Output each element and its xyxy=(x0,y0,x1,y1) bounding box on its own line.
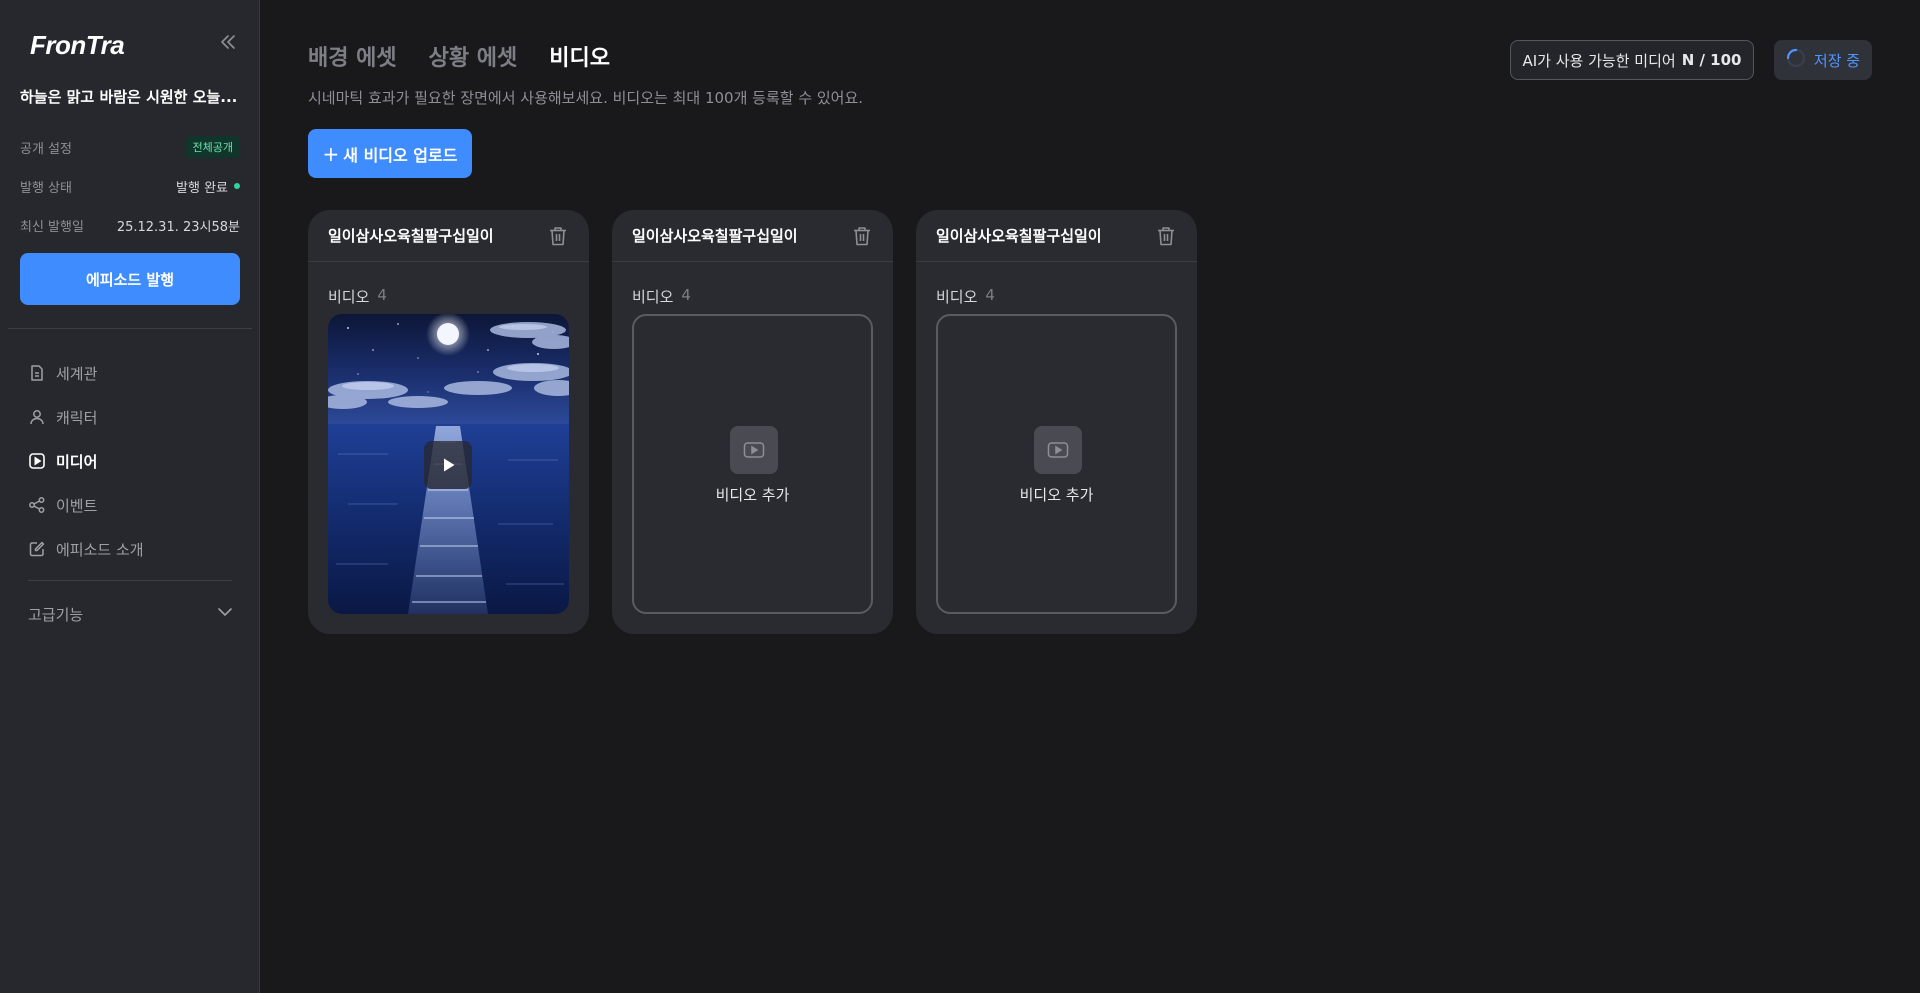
video-icon xyxy=(743,442,765,458)
document-icon xyxy=(28,364,46,382)
video-card: 일이삼사오육칠팔구십일이 비디오 4 비디오 추가 xyxy=(916,210,1197,634)
plus-icon: + xyxy=(322,141,340,166)
last-published-value: 25.12.31. 23시58분 xyxy=(116,219,240,235)
video-thumbnail[interactable] xyxy=(328,314,569,614)
tab-background-assets[interactable]: 배경 에셋 xyxy=(308,40,397,72)
play-icon xyxy=(444,458,455,472)
sidebar-item-episode-intro[interactable]: 에피소드 소개 xyxy=(28,535,228,563)
project-title: 하늘은 맑고 바람은 시원한 오늘... xyxy=(20,88,238,106)
share-icon xyxy=(28,496,46,514)
card-header: 일이삼사오육칠팔구십일이 xyxy=(308,210,589,262)
play-square-icon xyxy=(28,452,46,470)
page-description: 시네마틱 효과가 필요한 장면에서 사용해보세요. 비디오는 최대 100개 등… xyxy=(308,89,864,107)
sidebar-item-worldview[interactable]: 세계관 xyxy=(28,359,228,387)
status-dot-icon xyxy=(234,183,240,189)
advanced-features-label: 고급기능 xyxy=(28,605,84,624)
video-add-icon-box xyxy=(730,426,778,474)
sidebar-item-character[interactable]: 캐릭터 xyxy=(28,403,228,431)
collapse-sidebar-icon[interactable] xyxy=(218,32,238,52)
visibility-label: 공개 설정 xyxy=(20,141,72,157)
card-video-count: 4 xyxy=(681,286,691,304)
card-sub-label: 비디오 xyxy=(632,288,674,306)
sidebar-divider xyxy=(28,580,232,581)
sidebar-item-event[interactable]: 이벤트 xyxy=(28,491,228,519)
card-title: 일이삼사오육칠팔구십일이 xyxy=(632,227,798,245)
publish-status-row: 발행 상태 발행 완료 xyxy=(20,176,240,196)
card-video-count: 4 xyxy=(985,286,995,304)
video-icon xyxy=(1047,442,1069,458)
card-video-count: 4 xyxy=(377,286,387,304)
add-video-dropzone[interactable]: 비디오 추가 xyxy=(936,314,1177,614)
card-title: 일이삼사오육칠팔구십일이 xyxy=(936,227,1102,245)
card-subtitle: 비디오 4 xyxy=(936,286,995,307)
sidebar-divider xyxy=(8,328,252,329)
play-button[interactable] xyxy=(424,441,472,489)
video-card: 일이삼사오육칠팔구십일이 비디오 4 xyxy=(308,210,589,634)
card-sub-label: 비디오 xyxy=(328,288,370,306)
advanced-features-toggle[interactable]: 고급기능 xyxy=(28,600,234,628)
sidebar-item-label: 캐릭터 xyxy=(56,408,98,427)
publish-status-label: 발행 상태 xyxy=(20,180,72,196)
card-subtitle: 비디오 4 xyxy=(328,286,387,307)
video-card: 일이삼사오육칠팔구십일이 비디오 4 비디오 추가 xyxy=(612,210,893,634)
ai-usage-indicator[interactable]: AI가 사용 가능한 미디어 N / 100 xyxy=(1510,40,1754,80)
logo[interactable]: FronTra xyxy=(30,30,125,61)
add-video-dropzone[interactable]: 비디오 추가 xyxy=(632,314,873,614)
trash-icon[interactable] xyxy=(851,225,873,247)
asset-tabs: 배경 에셋 상황 에셋 비디오 xyxy=(308,40,610,72)
visibility-row: 공개 설정 전체공개 xyxy=(20,136,240,158)
sidebar-item-label: 에피소드 소개 xyxy=(56,540,144,559)
add-video-label: 비디오 추가 xyxy=(715,486,790,504)
card-header: 일이삼사오육칠팔구십일이 xyxy=(916,210,1197,262)
sidebar: FronTra 하늘은 맑고 바람은 시원한 오늘... 공개 설정 전체공개 … xyxy=(0,0,260,993)
ai-usage-count: N / 100 xyxy=(1681,51,1742,69)
trash-icon[interactable] xyxy=(547,225,569,247)
card-subtitle: 비디오 4 xyxy=(632,286,691,307)
saving-label: 저장 중 xyxy=(1813,51,1861,70)
sidebar-item-label: 이벤트 xyxy=(56,496,98,515)
last-published-row: 최신 발행일 25.12.31. 23시58분 xyxy=(20,215,240,235)
publish-status-value-wrap: 발행 완료 xyxy=(176,177,240,196)
publish-status-value: 발행 완료 xyxy=(176,180,228,196)
video-add-icon-box xyxy=(1034,426,1082,474)
user-icon xyxy=(28,408,46,426)
trash-icon[interactable] xyxy=(1155,225,1177,247)
tab-video[interactable]: 비디오 xyxy=(549,40,610,72)
last-published-label: 최신 발행일 xyxy=(20,219,84,235)
tab-situation-assets[interactable]: 상황 에셋 xyxy=(429,40,518,72)
card-sub-label: 비디오 xyxy=(936,288,978,306)
visibility-badge: 전체공개 xyxy=(185,136,240,158)
add-video-label: 비디오 추가 xyxy=(1019,486,1094,504)
publish-episode-button[interactable]: 에피소드 발행 xyxy=(20,253,240,305)
chevron-down-icon xyxy=(216,603,234,625)
edit-icon xyxy=(28,540,46,558)
sidebar-item-label: 미디어 xyxy=(56,452,98,471)
spinner-icon xyxy=(1786,48,1806,72)
saving-indicator: 저장 중 xyxy=(1774,40,1872,80)
card-header: 일이삼사오육칠팔구십일이 xyxy=(612,210,893,262)
upload-video-button[interactable]: + 새 비디오 업로드 xyxy=(308,129,472,178)
sidebar-item-media[interactable]: 미디어 xyxy=(28,447,228,475)
ai-usage-label: AI가 사용 가능한 미디어 xyxy=(1522,51,1676,70)
upload-video-label: 새 비디오 업로드 xyxy=(343,145,458,165)
card-title: 일이삼사오육칠팔구십일이 xyxy=(328,227,494,245)
sidebar-item-label: 세계관 xyxy=(56,364,98,383)
